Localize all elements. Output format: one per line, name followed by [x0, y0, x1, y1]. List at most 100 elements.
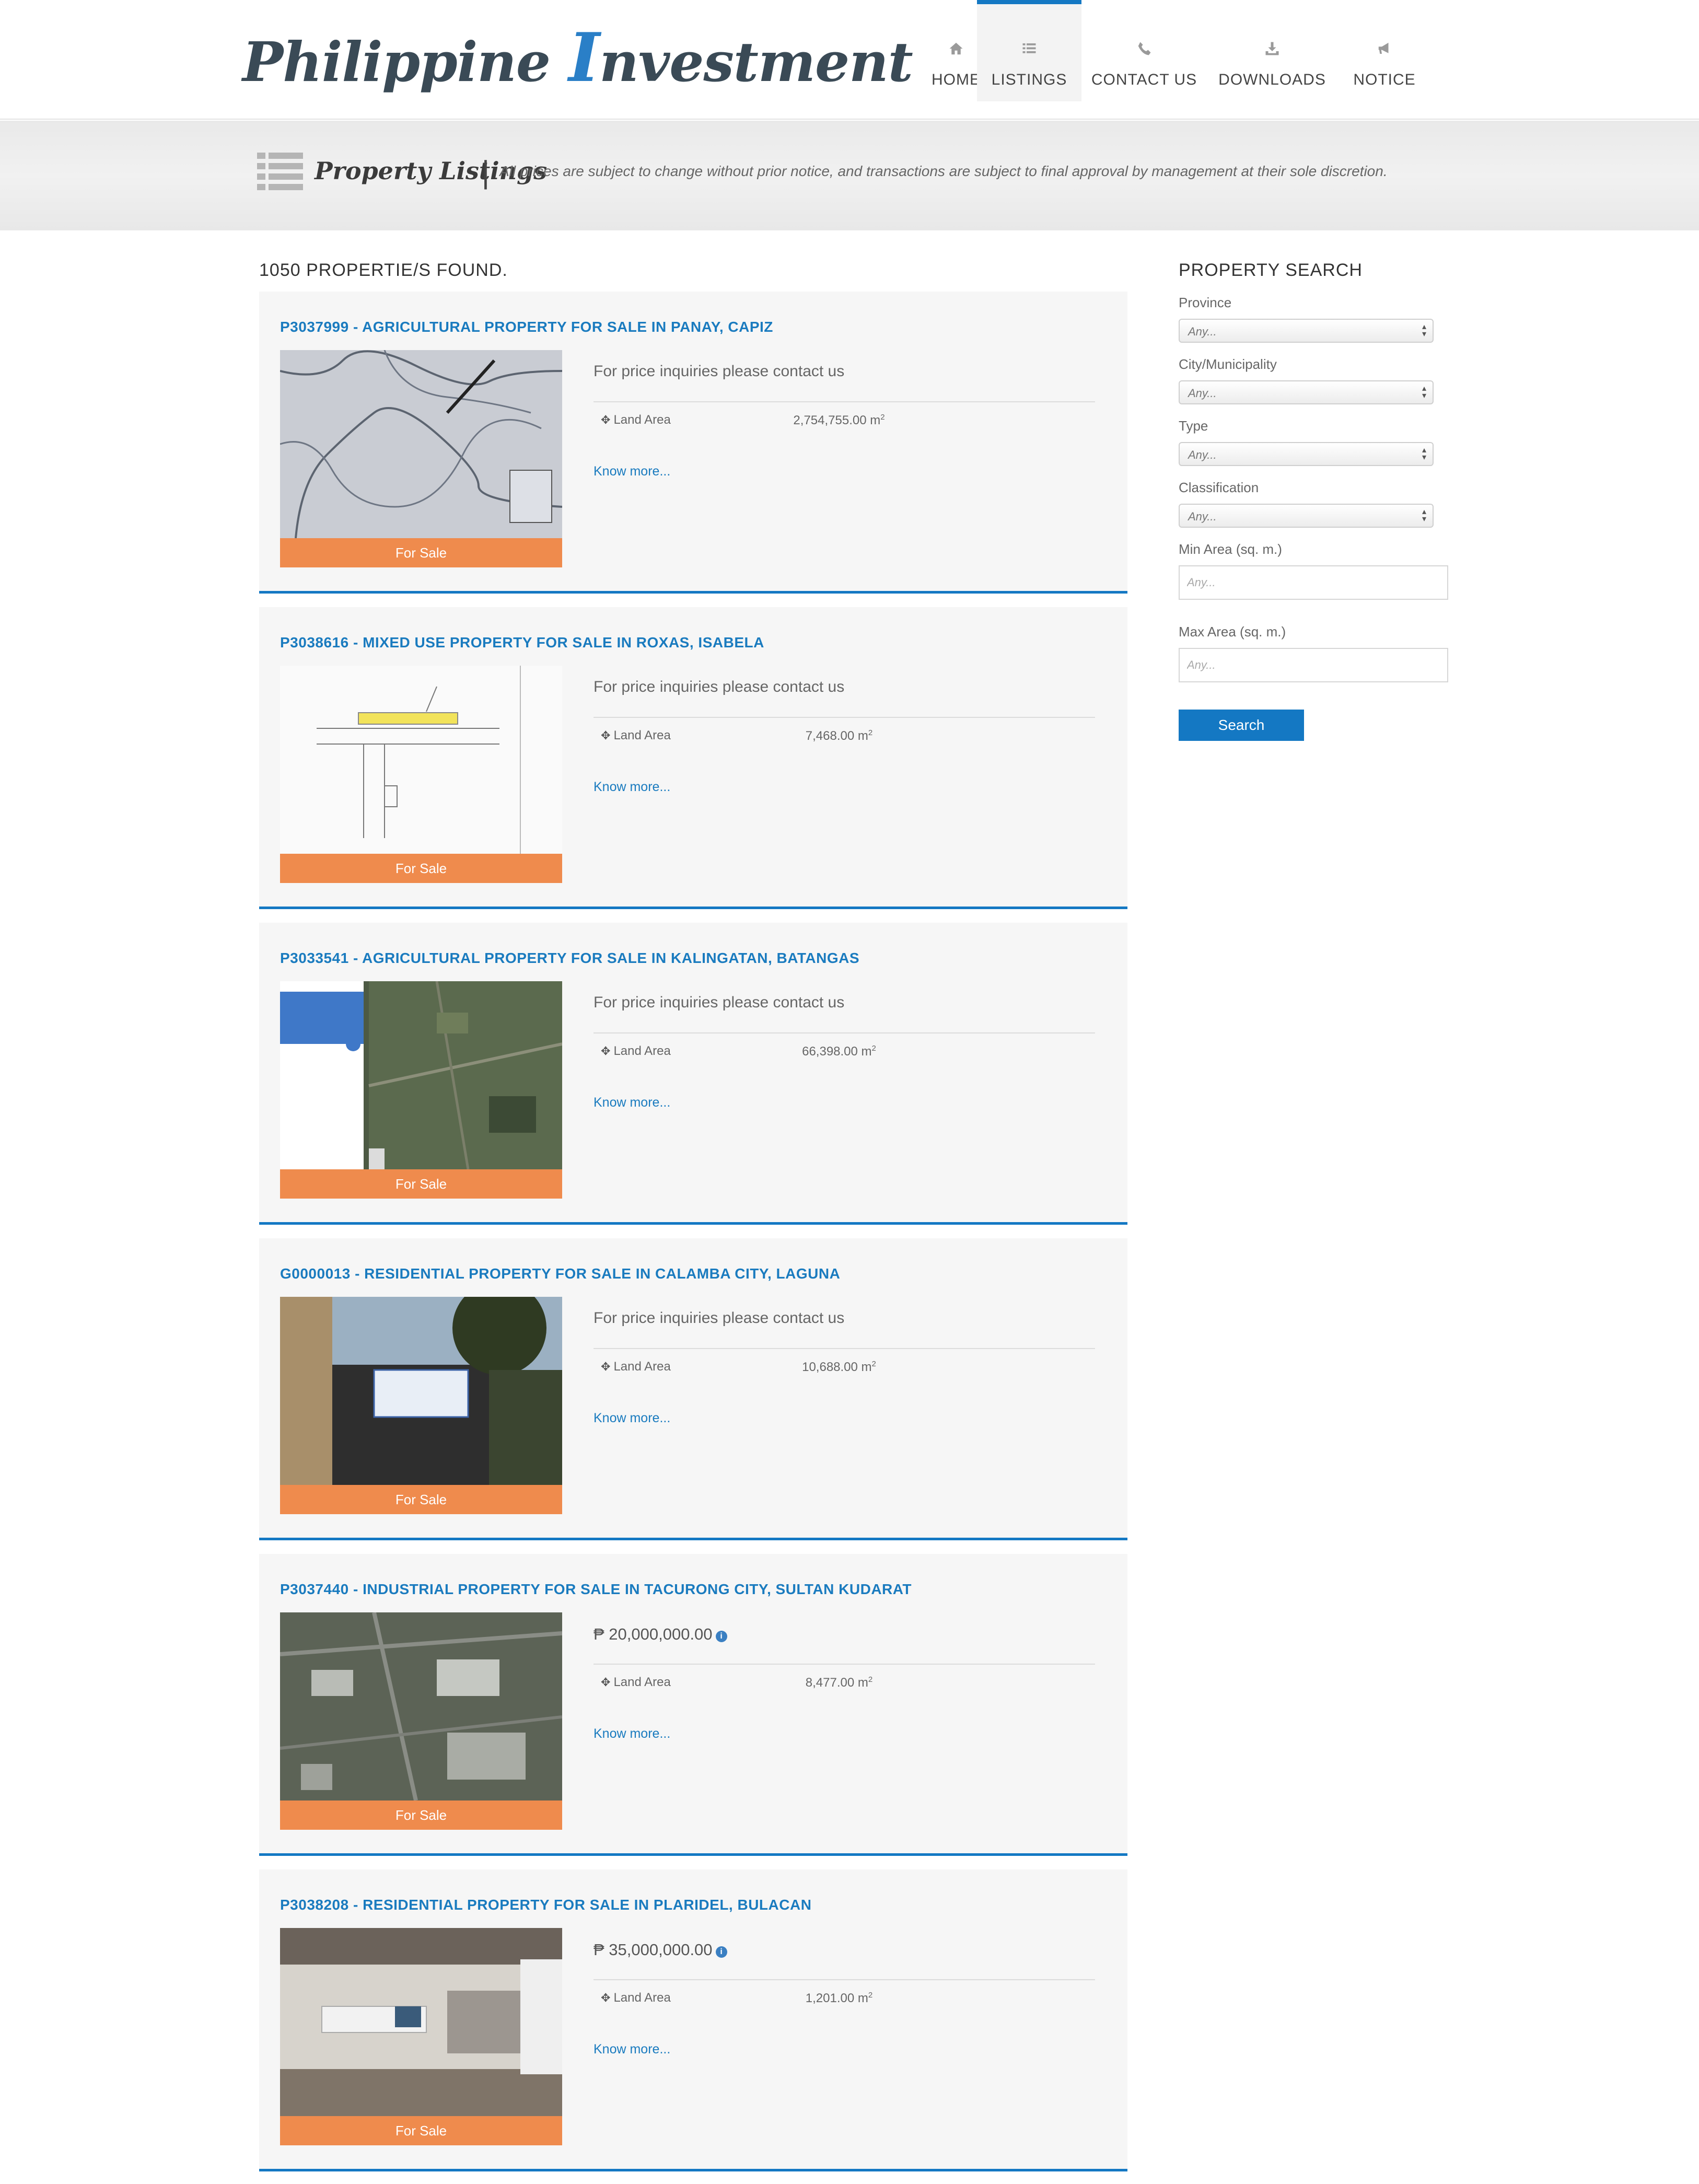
land-area-label-text: Land Area — [613, 413, 671, 427]
land-area-value: 7,468.00 m2 — [761, 728, 917, 744]
expand-icon: ✥ — [601, 1676, 611, 1689]
nav-contact-us[interactable]: CONTACT US — [1081, 0, 1207, 101]
select-arrows-icon: ▴ ▾ — [1422, 445, 1426, 462]
land-area-number: 66,398.00 m — [802, 1044, 872, 1059]
land-area-label: ✥ Land Area — [601, 1675, 671, 1690]
land-area-number: 2,754,755.00 m — [793, 413, 881, 427]
min-area-input[interactable] — [1180, 566, 1447, 599]
max-area-field[interactable] — [1179, 648, 1448, 682]
divider — [823, 401, 1095, 402]
know-more-link[interactable]: Know more... — [594, 1095, 670, 1110]
price-text: For price inquiries please contact us — [594, 994, 845, 1011]
know-more-link[interactable]: Know more... — [594, 2042, 670, 2057]
for-sale-badge: For Sale — [280, 1485, 562, 1514]
know-more-link[interactable]: Know more... — [594, 1411, 670, 1426]
city-select[interactable]: Any... ▴ ▾ — [1179, 380, 1434, 404]
divider — [594, 1664, 823, 1665]
know-more-link[interactable]: Know more... — [594, 1726, 670, 1741]
expand-icon: ✥ — [601, 729, 611, 742]
expand-icon: ✥ — [601, 1360, 611, 1373]
site-logo[interactable]: Philippine Investment — [242, 19, 913, 97]
divider — [594, 1979, 823, 1980]
listing-photo[interactable] — [280, 1612, 562, 1800]
list-icon — [977, 41, 1081, 56]
land-area-label: ✥ Land Area — [601, 1044, 671, 1059]
megaphone-icon — [1332, 41, 1437, 56]
classification-label: Classification — [1179, 480, 1259, 495]
land-area-label: ✥ Land Area — [601, 413, 671, 427]
list-icon — [257, 153, 303, 192]
unit-superscript: 2 — [868, 1675, 873, 1684]
select-arrows-icon: ▴ ▾ — [1422, 383, 1426, 400]
phone-icon — [1081, 41, 1207, 56]
min-area-field[interactable] — [1179, 565, 1448, 600]
logo-text: nvestment — [599, 30, 913, 94]
divider — [823, 1032, 1095, 1033]
land-area-value: 8,477.00 m2 — [761, 1675, 917, 1690]
province-select[interactable]: Any... ▴ ▾ — [1179, 319, 1434, 343]
listing-photo[interactable] — [280, 350, 562, 538]
land-area-label: ✥ Land Area — [601, 728, 671, 743]
price-value: ₱ 35,000,000.00 — [594, 1941, 713, 1959]
land-area-number: 7,468.00 m — [805, 729, 868, 743]
listing-title-link[interactable]: P3038616 - MIXED USE PROPERTY FOR SALE I… — [280, 634, 764, 651]
listing-title-link[interactable]: P3033541 - AGRICULTURAL PROPERTY FOR SAL… — [280, 950, 859, 967]
price-amount: ₱ 20,000,000.00 i — [594, 1625, 727, 1644]
nav-downloads-label: DOWNLOADS — [1218, 71, 1326, 88]
listing-photo[interactable] — [280, 1928, 562, 2116]
max-area-input[interactable] — [1180, 649, 1447, 681]
select-arrows-icon: ▴ ▾ — [1422, 506, 1426, 524]
classification-selected-value: Any... — [1188, 510, 1217, 523]
listing-card: G0000013 - RESIDENTIAL PROPERTY FOR SALE… — [259, 1238, 1127, 1540]
listing-card: P3037440 - INDUSTRIAL PROPERTY FOR SALE … — [259, 1554, 1127, 1856]
expand-icon: ✥ — [601, 413, 611, 426]
download-icon — [1212, 41, 1332, 56]
divider — [823, 1979, 1095, 1980]
know-more-link[interactable]: Know more... — [594, 464, 670, 479]
know-more-link[interactable]: Know more... — [594, 780, 670, 795]
info-icon[interactable]: i — [715, 1946, 727, 1958]
land-area-value: 66,398.00 m2 — [761, 1044, 917, 1059]
for-sale-badge: For Sale — [280, 2116, 562, 2145]
land-area-value: 10,688.00 m2 — [761, 1360, 917, 1375]
expand-icon: ✥ — [601, 1991, 611, 2004]
price-disclaimer: All prices are subject to change without… — [499, 163, 1388, 179]
nav-downloads[interactable]: DOWNLOADS — [1212, 0, 1332, 101]
classification-select[interactable]: Any... ▴ ▾ — [1179, 504, 1434, 528]
search-button[interactable]: Search — [1179, 710, 1304, 741]
divider — [823, 1664, 1095, 1665]
city-label: City/Municipality — [1179, 356, 1277, 372]
for-sale-badge: For Sale — [280, 538, 562, 567]
land-area-value: 1,201.00 m2 — [761, 1991, 917, 2006]
nav-notice[interactable]: NOTICE — [1332, 0, 1437, 101]
nav-listings[interactable]: LISTINGS — [977, 0, 1081, 101]
listing-card: P3038616 - MIXED USE PROPERTY FOR SALE I… — [259, 607, 1127, 909]
listing-photo[interactable] — [280, 1297, 562, 1485]
listing-title-link[interactable]: G0000013 - RESIDENTIAL PROPERTY FOR SALE… — [280, 1265, 840, 1282]
listing-title-link[interactable]: P3038208 - RESIDENTIAL PROPERTY FOR SALE… — [280, 1897, 811, 1913]
divider — [594, 1032, 823, 1033]
province-label: Province — [1179, 295, 1232, 310]
info-icon[interactable]: i — [715, 1631, 727, 1642]
listing-title-link[interactable]: P3037999 - AGRICULTURAL PROPERTY FOR SAL… — [280, 319, 773, 335]
nav-listings-label: LISTINGS — [991, 71, 1067, 88]
nav-notice-label: NOTICE — [1353, 71, 1416, 88]
type-label: Type — [1179, 418, 1208, 434]
listing-card: P3038208 - RESIDENTIAL PROPERTY FOR SALE… — [259, 1869, 1127, 2171]
unit-superscript: 2 — [871, 1044, 876, 1053]
logo-text: I — [568, 19, 600, 97]
expand-icon: ✥ — [601, 1044, 611, 1058]
price-value: ₱ 20,000,000.00 — [594, 1625, 713, 1643]
listing-card: P3037999 - AGRICULTURAL PROPERTY FOR SAL… — [259, 292, 1127, 594]
nav-contact-label: CONTACT US — [1091, 71, 1197, 88]
land-area-number: 1,201.00 m — [805, 1991, 868, 2005]
listing-title-link[interactable]: P3037440 - INDUSTRIAL PROPERTY FOR SALE … — [280, 1581, 912, 1598]
results-count: 1050 PROPERTIE/S FOUND. — [259, 260, 508, 280]
type-select[interactable]: Any... ▴ ▾ — [1179, 442, 1434, 466]
listing-photo[interactable] — [280, 981, 562, 1169]
land-area-number: 10,688.00 m — [802, 1360, 872, 1374]
price-text: For price inquiries please contact us — [594, 363, 845, 380]
for-sale-badge: For Sale — [280, 1800, 562, 1830]
land-area-label-text: Land Area — [613, 1360, 671, 1374]
listing-photo[interactable] — [280, 666, 562, 854]
